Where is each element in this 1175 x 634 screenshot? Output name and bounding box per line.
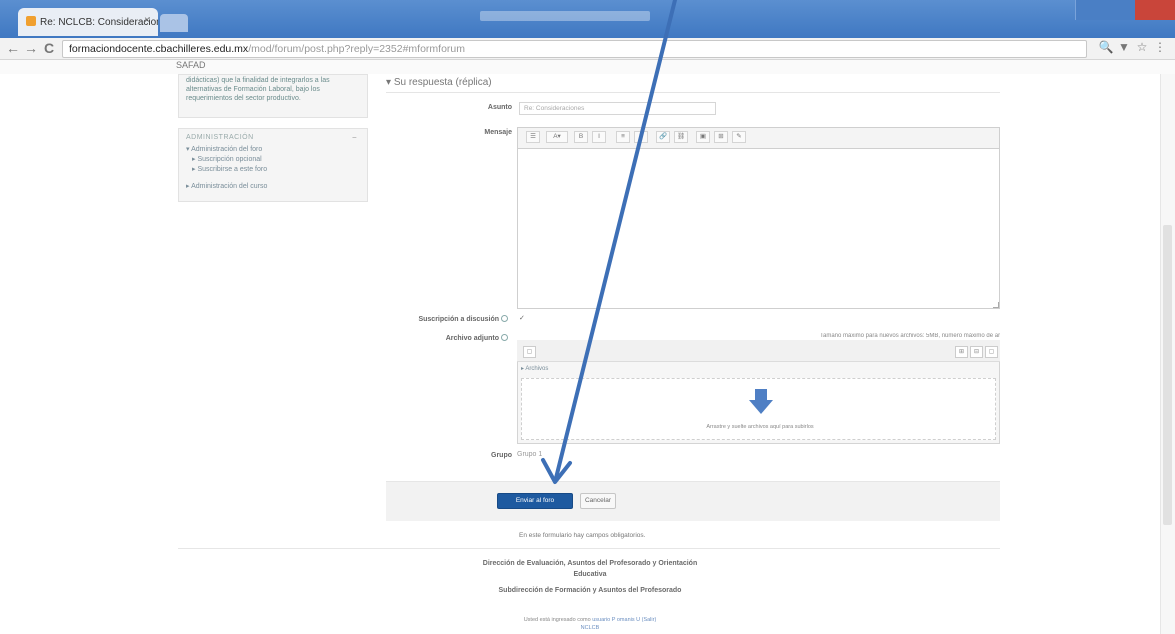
help-icon[interactable] <box>501 315 508 322</box>
extension-icon[interactable]: ▼ <box>1116 40 1132 54</box>
view-tree-icon[interactable]: ▢ <box>985 346 998 358</box>
post-to-forum-button[interactable]: Enviar al foro <box>497 493 573 509</box>
favicon-icon <box>26 16 36 26</box>
drop-instructions: Arrastre y suelte archivos aquí para sub… <box>706 424 814 430</box>
required-fields-note: En este formulario hay campos obligatori… <box>519 532 646 539</box>
cancel-button[interactable]: Cancelar <box>580 493 616 509</box>
course-link[interactable]: NCLCB <box>480 625 700 631</box>
address-bar[interactable]: formaciondocente.cbachilleres.edu.mx/mod… <box>62 40 1087 58</box>
editor-resize-handle[interactable] <box>993 302 999 308</box>
admin-item-forum[interactable]: ▾ Administración del foro <box>186 145 262 153</box>
file-picker-toolbar <box>517 340 1000 362</box>
annotation-arrow-head <box>541 458 572 484</box>
subscribe-checkbox[interactable]: ✓ <box>519 314 525 322</box>
view-icons-icon[interactable]: ⊞ <box>955 346 968 358</box>
admin-item-optional-subscription[interactable]: ▸ Suscripción opcional <box>192 155 262 163</box>
editor-bullets-icon[interactable]: ≡ <box>616 131 630 143</box>
admin-item-subscribe[interactable]: ▸ Suscribirse a este foro <box>192 165 267 173</box>
window-controls[interactable] <box>1075 0 1175 20</box>
editor-numbers-icon[interactable]: ≡ <box>634 131 648 143</box>
editor-image-icon[interactable]: ▣ <box>696 131 710 143</box>
editor-toolbar <box>517 127 1000 149</box>
zoom-icon[interactable]: 🔍 <box>1098 40 1114 54</box>
url-path: /mod/forum/post.php?reply=2352#mformforu… <box>248 43 466 55</box>
subject-label: Asunto <box>487 104 512 111</box>
sidebar-description: didácticas) que la finalidad de integrar… <box>186 77 330 102</box>
editor-italic-icon[interactable]: I <box>592 131 606 143</box>
tab-title: Re: NCLCB: Consideraciones <box>40 17 158 28</box>
tab-close-icon[interactable]: × <box>144 15 150 26</box>
help-icon[interactable] <box>501 334 508 341</box>
attachment-label: Archivo adjunto <box>308 334 508 342</box>
login-info: Usted está ingresado como usuario P oman… <box>523 617 657 623</box>
view-list-icon[interactable]: ⊟ <box>970 346 983 358</box>
page-divider <box>178 548 1000 549</box>
new-tab-button[interactable] <box>160 14 188 32</box>
message-editor[interactable] <box>517 127 1000 309</box>
editor-record-icon[interactable]: ✎ <box>732 131 746 143</box>
footer-line-1: Dirección de Evaluación, Asuntos del Pro… <box>482 560 698 567</box>
user-link[interactable]: usuario P omanis U (Salir) <box>592 617 656 623</box>
drop-arrow-icon <box>749 389 773 414</box>
footer-line-2: Educativa <box>573 571 607 578</box>
bookmark-safad[interactable]: SAFAD <box>176 60 206 70</box>
editor-media-icon[interactable]: ⊞ <box>714 131 728 143</box>
footer-line-3: Subdirección de Formación y Asuntos del … <box>498 587 682 594</box>
reload-icon[interactable]: C <box>40 40 58 56</box>
form-buttons-panel <box>386 481 1000 521</box>
scrollbar-thumb[interactable] <box>1163 225 1172 525</box>
bookmark-star-icon[interactable]: ☆ <box>1134 40 1150 54</box>
group-label: Grupo <box>491 452 512 459</box>
forward-arrow-icon[interactable]: → <box>22 40 40 56</box>
attachment-limits: Tamaño máximo para nuevos archivos: 5MB,… <box>820 333 1000 339</box>
editor-unlink-icon[interactable]: ⛓ <box>674 131 688 143</box>
administration-title: ADMINISTRACIÓN <box>186 134 254 141</box>
window-close-button[interactable] <box>1135 0 1175 20</box>
editor-toggle-icon[interactable]: ☰ <box>526 131 540 143</box>
browser-tab[interactable]: Re: NCLCB: Consideraciones × <box>18 8 158 36</box>
editor-link-icon[interactable]: 🔗 <box>656 131 670 143</box>
menu-icon[interactable]: ⋮ <box>1152 40 1168 54</box>
add-file-icon[interactable]: ▢ <box>523 346 536 358</box>
window-title-bar-text <box>480 11 650 21</box>
url-host: formaciondocente.cbachilleres.edu.mx <box>69 43 249 55</box>
back-arrow-icon[interactable]: ← <box>4 40 22 56</box>
admin-item-course[interactable]: ▸ Administración del curso <box>186 182 267 190</box>
subject-input[interactable]: Re: Consideraciones <box>519 102 716 115</box>
form-legend[interactable]: ▾ Su respuesta (réplica) <box>386 77 492 88</box>
file-picker-path[interactable]: ▸ Archivos <box>521 365 548 372</box>
message-label: Mensaje <box>484 129 512 136</box>
group-value: Grupo 1 <box>517 451 543 458</box>
subscribe-label: Suscripción a discusión <box>308 315 508 323</box>
editor-bold-icon[interactable]: B <box>574 131 588 143</box>
legend-divider <box>386 92 1000 93</box>
editor-style-icon[interactable]: A▾ <box>546 131 568 143</box>
